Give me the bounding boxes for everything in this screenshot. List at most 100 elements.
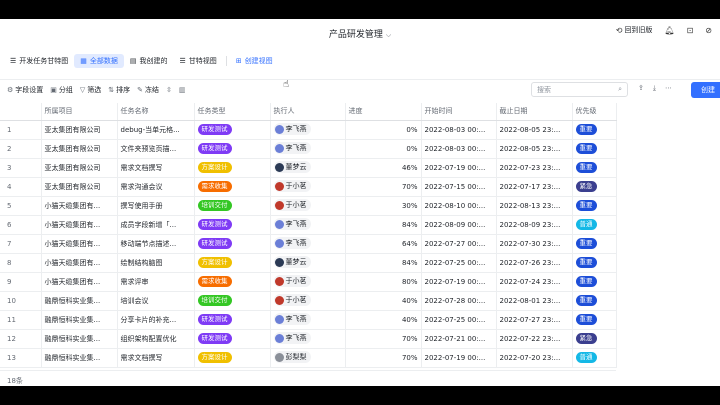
start-time-cell[interactable]: 2022-07-25 00:...	[421, 310, 497, 330]
due-date-cell[interactable]: 2022-08-05 23:...	[496, 120, 573, 140]
due-date-cell[interactable]: 2022-08-13 23:...	[496, 196, 573, 216]
project-cell[interactable]: 亚太集团有限公司	[41, 120, 118, 140]
due-date-cell[interactable]: 2022-08-05 23:...	[496, 139, 573, 159]
column-header[interactable]: 任务类型	[194, 103, 271, 121]
priority-cell[interactable]: 普通	[572, 348, 617, 368]
task-type-cell[interactable]: 研发测试	[194, 310, 271, 330]
priority-cell[interactable]: 重要	[572, 291, 617, 311]
task-name-cell[interactable]: 需求文档撰写	[117, 158, 195, 178]
due-date-cell[interactable]: 2022-07-30 23:...	[496, 234, 573, 254]
task-name-cell[interactable]: 培训会议	[117, 291, 195, 311]
back-to-old-version-button[interactable]: ⟲ 回到旧版	[616, 25, 653, 35]
start-time-cell[interactable]: 2022-07-21 00:...	[421, 329, 497, 349]
table-row[interactable]: 6 小猫天缆集团有... 成员字段新增「... 研发测试 李飞燕 84% 2022-08-0…	[0, 215, 617, 235]
task-type-cell[interactable]: 方案设计	[194, 253, 271, 273]
progress-cell[interactable]: 30%	[345, 196, 422, 216]
priority-cell[interactable]: 紧急	[572, 329, 617, 349]
task-name-cell[interactable]: debug-当单元格...	[117, 120, 195, 140]
task-type-cell[interactable]: 研发测试	[194, 120, 271, 140]
column-header[interactable]: 优先级	[572, 103, 617, 121]
due-date-cell[interactable]: 2022-07-27 23:...	[496, 310, 573, 330]
start-time-cell[interactable]: 2022-07-19 00:...	[421, 272, 497, 292]
progress-cell[interactable]: 0%	[345, 139, 422, 159]
start-time-cell[interactable]: 2022-08-09 00:...	[421, 215, 497, 235]
due-date-cell[interactable]: 2022-08-09 23:...	[496, 215, 573, 235]
assignee-cell[interactable]: 董梦云	[270, 253, 346, 273]
priority-cell[interactable]: 重要	[572, 310, 617, 330]
page-title[interactable]: 产品研发管理 ⌵	[0, 27, 720, 40]
assignee-cell[interactable]: 于小茗	[270, 272, 346, 292]
task-type-cell[interactable]: 需求收集	[194, 272, 271, 292]
group-button[interactable]: ▣ 分组	[50, 85, 73, 95]
priority-cell[interactable]: 重要	[572, 234, 617, 254]
task-type-cell[interactable]: 研发测试	[194, 139, 271, 159]
priority-cell[interactable]: 重要	[572, 120, 617, 140]
column-header[interactable]: 执行人	[270, 103, 346, 121]
assignee-cell[interactable]: 李飞燕	[270, 215, 346, 235]
table-row[interactable]: 1 亚太集团有限公司 debug-当单元格... 研发测试 李飞燕 0% 2022-08-0…	[0, 120, 617, 140]
project-cell[interactable]: 小猫天缆集团有...	[41, 234, 118, 254]
progress-cell[interactable]: 40%	[345, 310, 422, 330]
task-type-cell[interactable]: 培训交付	[194, 291, 271, 311]
priority-cell[interactable]: 重要	[572, 272, 617, 292]
due-date-cell[interactable]: 2022-07-22 23:...	[496, 329, 573, 349]
table-row[interactable]: 11 融鼎恒科实业集... 分享卡片的补充... 研发测试 李飞燕 40% 2022-07-…	[0, 310, 617, 330]
due-date-cell[interactable]: 2022-07-23 23:...	[496, 158, 573, 178]
due-date-cell[interactable]: 2022-07-17 23:...	[496, 177, 573, 197]
assignee-cell[interactable]: 李飞燕	[270, 139, 346, 159]
project-cell[interactable]: 亚太集团有限公司	[41, 139, 118, 159]
priority-cell[interactable]: 重要	[572, 253, 617, 273]
task-name-cell[interactable]: 成员字段新增「...	[117, 215, 195, 235]
upload-icon[interactable]: ⇪	[638, 84, 644, 93]
priority-cell[interactable]: 紧急	[572, 177, 617, 197]
progress-cell[interactable]: 46%	[345, 158, 422, 178]
table-row[interactable]: 9 小猫天缆集团有... 需求评审 需求收集 于小茗 80% 2022-07-19 00:.…	[0, 272, 617, 292]
start-time-cell[interactable]: 2022-07-15 00:...	[421, 177, 497, 197]
priority-cell[interactable]: 普通	[572, 215, 617, 235]
table-row[interactable]: 8 小猫天缆集团有... 绘制结构脑图 方案设计 董梦云 84% 2022-07-25 00…	[0, 253, 617, 273]
task-name-cell[interactable]: 需求文档撰写	[117, 348, 195, 368]
start-time-cell[interactable]: 2022-08-03 00:...	[421, 120, 497, 140]
start-time-cell[interactable]: 2022-07-19 00:...	[421, 348, 497, 368]
start-time-cell[interactable]: 2022-07-19 00:...	[421, 158, 497, 178]
table-row[interactable]: 7 小猫天缆集团有... 移动端节点描述... 研发测试 李飞燕 64% 2022-07-2…	[0, 234, 617, 254]
due-date-cell[interactable]: 2022-07-26 23:...	[496, 253, 573, 273]
progress-cell[interactable]: 40%	[345, 291, 422, 311]
column-header[interactable]: 截止日期	[496, 103, 573, 121]
download-icon[interactable]: ⤓	[653, 84, 656, 93]
start-time-cell[interactable]: 2022-08-10 00:...	[421, 196, 497, 216]
column-header[interactable]: 所属项目	[41, 103, 118, 121]
tab-dev-gantt[interactable]: ☰ 开发任务甘特图	[4, 54, 74, 68]
project-cell[interactable]: 融鼎恒科实业集...	[41, 310, 118, 330]
progress-cell[interactable]: 64%	[345, 234, 422, 254]
project-cell[interactable]: 融鼎恒科实业集...	[41, 348, 118, 368]
task-type-cell[interactable]: 培训交付	[194, 196, 271, 216]
search-input[interactable]: 搜索 ⌕	[531, 82, 628, 97]
priority-cell[interactable]: 重要	[572, 158, 617, 178]
task-type-cell[interactable]: 研发测试	[194, 215, 271, 235]
assignee-cell[interactable]: 李飞燕	[270, 310, 346, 330]
due-date-cell[interactable]: 2022-07-20 23:...	[496, 348, 573, 368]
row-height-button[interactable]: ⇳	[166, 86, 172, 94]
progress-cell[interactable]: 70%	[345, 329, 422, 349]
assignee-cell[interactable]: 李飞燕	[270, 120, 346, 140]
assignee-cell[interactable]: 彭梨梨	[270, 348, 346, 368]
table-row[interactable]: 12 融鼎恒科实业集... 组织架构配置优化 研发测试 李飞燕 70% 2022-07-21…	[0, 329, 617, 349]
progress-cell[interactable]: 84%	[345, 253, 422, 273]
project-cell[interactable]: 小猫天缆集团有...	[41, 196, 118, 216]
priority-cell[interactable]: 重要	[572, 196, 617, 216]
tab-gantt-view[interactable]: ☰ 甘特视图	[174, 54, 223, 68]
due-date-cell[interactable]: 2022-08-01 23:...	[496, 291, 573, 311]
progress-cell[interactable]: 70%	[345, 348, 422, 368]
task-type-cell[interactable]: 方案设计	[194, 158, 271, 178]
progress-cell[interactable]: 80%	[345, 272, 422, 292]
create-view-button[interactable]: ⊞ 创建视图	[230, 54, 279, 68]
more-icon[interactable]: ⋯	[665, 84, 672, 93]
assignee-cell[interactable]: 于小茗	[270, 291, 346, 311]
due-date-cell[interactable]: 2022-07-24 23:...	[496, 272, 573, 292]
start-time-cell[interactable]: 2022-08-03 00:...	[421, 139, 497, 159]
project-cell[interactable]: 融鼎恒科实业集...	[41, 329, 118, 349]
column-header[interactable]: 开始时间	[421, 103, 497, 121]
progress-cell[interactable]: 84%	[345, 215, 422, 235]
start-time-cell[interactable]: 2022-07-28 00:...	[421, 291, 497, 311]
